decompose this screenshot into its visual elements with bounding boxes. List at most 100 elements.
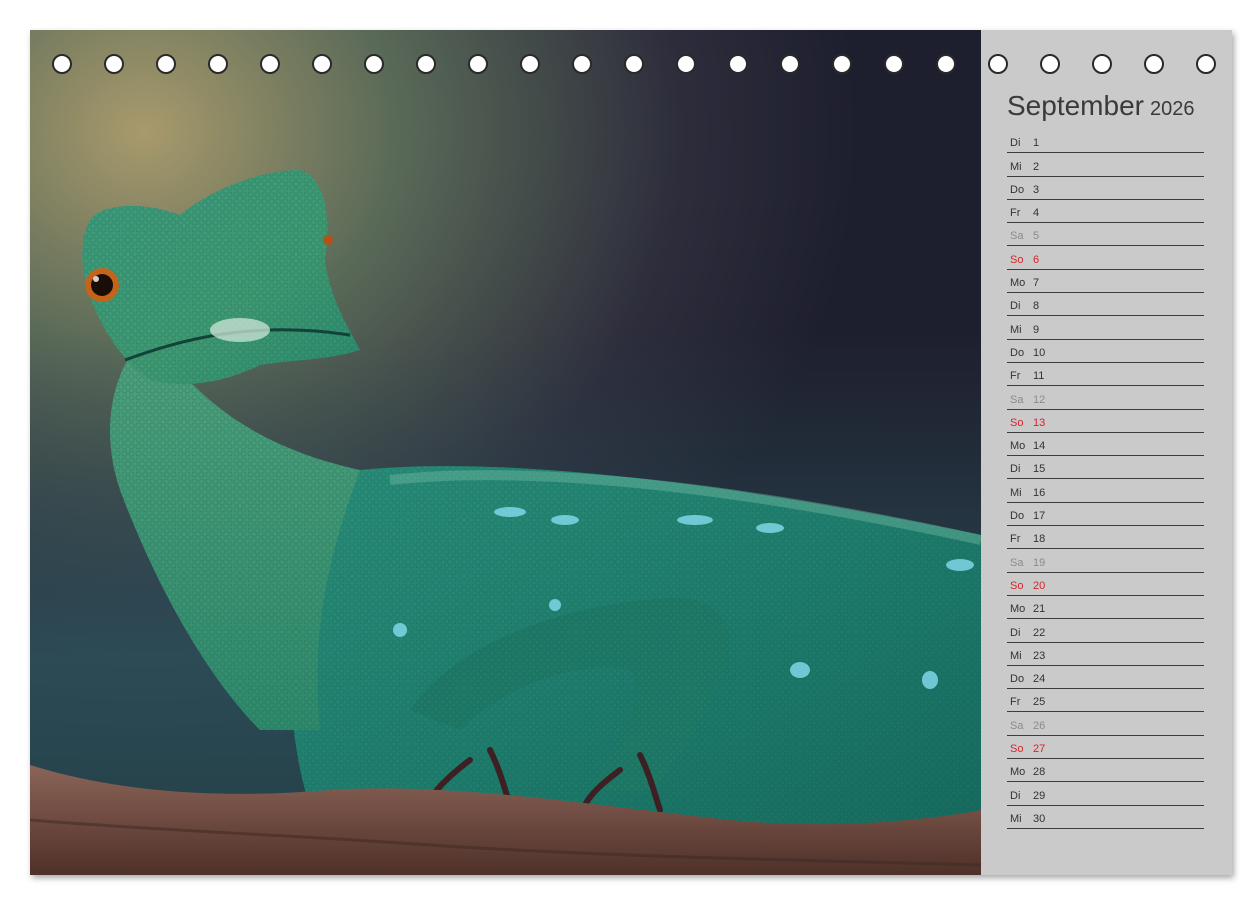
binding-hole — [572, 54, 592, 74]
day-row: Di 1 — [1007, 130, 1204, 154]
day-weekday: Di — [1010, 300, 1021, 313]
day-row: Mo 21 — [1007, 596, 1204, 620]
day-row: So 27 — [1007, 736, 1204, 760]
day-row: Do 10 — [1007, 340, 1204, 363]
day-number: 30 — [1033, 812, 1046, 825]
binding-hole — [676, 54, 696, 74]
day-weekday: So — [1010, 743, 1024, 756]
day-weekday: Do — [1010, 673, 1025, 686]
day-number: 14 — [1033, 440, 1046, 453]
day-row: Do 17 — [1007, 503, 1204, 527]
day-weekday: So — [1010, 253, 1024, 266]
day-row: Mi 2 — [1007, 153, 1204, 177]
day-row: So 13 — [1007, 410, 1204, 433]
binding-hole — [1144, 54, 1164, 74]
day-number: 13 — [1033, 416, 1046, 429]
day-number: 19 — [1033, 556, 1046, 569]
day-number: 16 — [1033, 486, 1046, 499]
day-row: Fr 18 — [1007, 526, 1204, 550]
binding-hole — [156, 54, 176, 74]
day-weekday: Mo — [1010, 440, 1026, 453]
day-weekday: Mi — [1010, 649, 1022, 662]
day-weekday: Mi — [1010, 160, 1022, 173]
day-weekday: Di — [1010, 789, 1021, 802]
day-weekday: Do — [1010, 346, 1025, 359]
day-row: Di 22 — [1007, 619, 1204, 643]
day-row: Mo 14 — [1007, 433, 1204, 457]
day-number: 23 — [1033, 649, 1046, 662]
day-row: So 20 — [1007, 573, 1204, 596]
day-row: Sa 12 — [1007, 386, 1204, 410]
binding-hole — [988, 54, 1008, 74]
day-row: Mo 7 — [1007, 270, 1204, 294]
binding-hole — [936, 54, 956, 74]
day-list: Di 1 Mi 2 Do 3 Fr 4 Sa 5 So 6 Mo 7 Di 8 Mi 9 Do 10 Fr 11 Sa 12 S… — [1007, 130, 1204, 829]
day-number: 27 — [1033, 743, 1046, 756]
basilisk-lizard-photo — [30, 30, 981, 875]
day-number: 9 — [1033, 323, 1040, 336]
day-weekday: Di — [1010, 463, 1021, 476]
day-weekday: Fr — [1010, 207, 1021, 220]
binding-holes — [30, 54, 1232, 80]
day-weekday: Mi — [1010, 486, 1022, 499]
day-number: 22 — [1033, 626, 1046, 639]
day-weekday: Fr — [1010, 696, 1021, 709]
day-number: 29 — [1033, 789, 1046, 802]
day-number: 17 — [1033, 510, 1046, 523]
day-row: Di 15 — [1007, 456, 1204, 480]
day-number: 7 — [1033, 277, 1040, 290]
day-weekday: Mo — [1010, 766, 1026, 779]
day-weekday: Di — [1010, 626, 1021, 639]
binding-hole — [884, 54, 904, 74]
day-row: Mi 16 — [1007, 479, 1204, 503]
day-weekday: So — [1010, 416, 1024, 429]
day-weekday: Fr — [1010, 533, 1021, 546]
day-weekday: Mo — [1010, 603, 1026, 616]
day-row: Fr 25 — [1007, 689, 1204, 713]
day-number: 8 — [1033, 300, 1040, 313]
binding-hole — [624, 54, 644, 74]
day-weekday: Di — [1010, 137, 1021, 150]
day-number: 21 — [1033, 603, 1046, 616]
day-weekday: Mi — [1010, 323, 1022, 336]
day-row: Sa 26 — [1007, 712, 1204, 736]
day-number: 3 — [1033, 183, 1040, 196]
day-weekday: Sa — [1010, 230, 1024, 243]
binding-hole — [780, 54, 800, 74]
binding-hole — [520, 54, 540, 74]
binding-hole — [468, 54, 488, 74]
day-row: Di 8 — [1007, 293, 1204, 317]
day-number: 1 — [1033, 137, 1040, 150]
binding-hole — [260, 54, 280, 74]
day-weekday: Mo — [1010, 277, 1026, 290]
day-weekday: Fr — [1010, 370, 1021, 383]
day-weekday: Mi — [1010, 812, 1022, 825]
day-number: 24 — [1033, 673, 1046, 686]
day-number: 25 — [1033, 696, 1046, 709]
day-weekday: Do — [1010, 510, 1025, 523]
day-number: 10 — [1033, 346, 1046, 359]
day-number: 4 — [1033, 207, 1040, 220]
day-row: Sa 5 — [1007, 223, 1204, 247]
binding-hole — [52, 54, 72, 74]
binding-hole — [728, 54, 748, 74]
day-number: 12 — [1033, 393, 1046, 406]
day-row: Fr 4 — [1007, 200, 1204, 224]
binding-hole — [832, 54, 852, 74]
binding-hole — [208, 54, 228, 74]
day-row: Di 29 — [1007, 782, 1204, 806]
day-number: 15 — [1033, 463, 1046, 476]
day-row: Do 24 — [1007, 666, 1204, 690]
binding-hole — [1092, 54, 1112, 74]
binding-hole — [312, 54, 332, 74]
binding-hole — [104, 54, 124, 74]
day-weekday: So — [1010, 579, 1024, 592]
day-row: Fr 11 — [1007, 363, 1204, 387]
month-name: September — [1007, 90, 1144, 121]
calendar-page: September 2026 Di 1 Mi 2 Do 3 Fr 4 Sa 5 So 6 Mo 7 Di 8 Mi… — [30, 30, 1232, 875]
day-number: 5 — [1033, 230, 1040, 243]
day-number: 18 — [1033, 533, 1046, 546]
binding-hole — [364, 54, 384, 74]
day-row: So 6 — [1007, 246, 1204, 270]
calendar-panel: September 2026 Di 1 Mi 2 Do 3 Fr 4 Sa 5 So 6 Mo 7 Di 8 Mi… — [981, 30, 1232, 875]
